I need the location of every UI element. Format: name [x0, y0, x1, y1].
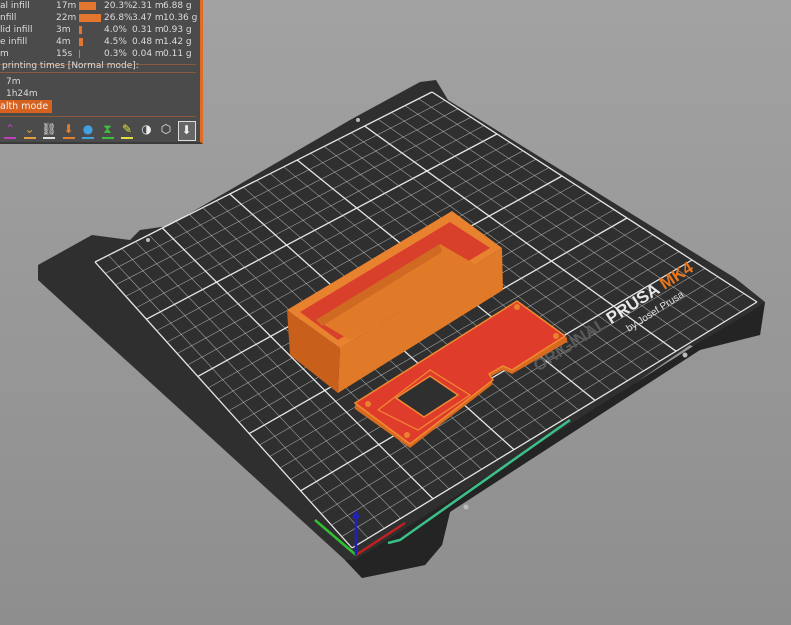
feature-label: m [0, 49, 9, 59]
feature-bar [79, 14, 101, 22]
feature-percent: 20.3% [104, 1, 133, 11]
feature-time: 22m [56, 13, 77, 23]
feature-length: 0.31 m [132, 25, 164, 35]
tool-marker-icon[interactable]: ⬇ [177, 121, 196, 141]
time-total: 1h24m [6, 89, 38, 99]
feature-percent: 4.5% [104, 37, 127, 47]
center-of-gravity-icon[interactable]: ◑ [139, 121, 155, 139]
printing-times-heading: printing times [Normal mode]: [2, 61, 139, 71]
stealth-mode-button[interactable]: alth mode [0, 100, 53, 113]
retractions-icon[interactable]: ⬇ [61, 121, 77, 139]
feature-time: 3m [56, 25, 71, 35]
seam-icon[interactable]: ⛓ [41, 121, 57, 139]
feature-length: 2.31 m [132, 1, 164, 11]
feature-percent: 4.0% [104, 25, 127, 35]
bed-screw-hole [146, 238, 150, 242]
feature-bar [79, 2, 96, 10]
feature-length: 0.48 m [132, 37, 164, 47]
feature-length: 0.04 m [132, 49, 164, 59]
feature-time: 15s [56, 49, 73, 59]
feature-length: 3.47 m [132, 13, 164, 23]
layers-up-icon[interactable]: ⌃ [2, 121, 18, 139]
feature-label: nfill [0, 13, 17, 23]
feature-weight: 0.11 g [163, 49, 192, 59]
feature-weight: 6.88 g [163, 1, 192, 11]
bed-screw-hole [463, 504, 469, 510]
color-change-icon[interactable]: ● [80, 121, 96, 139]
shells-icon[interactable]: ⬡ [158, 121, 174, 139]
pause-icon[interactable]: ⧗ [100, 121, 116, 139]
feature-weight: 0.93 g [163, 25, 192, 35]
bed-screw-hole [356, 118, 360, 122]
feature-label: lid infill [0, 25, 33, 35]
feature-weight: 10.36 g [163, 13, 198, 23]
feature-percent: 26.8% [104, 13, 133, 23]
layers-down-icon[interactable]: ⌄ [22, 121, 38, 139]
time-first-layer: 7m [6, 77, 21, 87]
bed-screw-hole [682, 352, 688, 358]
feature-label: al infill [0, 1, 30, 11]
feature-bar [79, 50, 80, 58]
feature-time: 17m [56, 1, 77, 11]
feature-percent: 0.3% [104, 49, 127, 59]
feature-weight: 1.42 g [163, 37, 192, 47]
feature-time: 4m [56, 37, 71, 47]
feature-label: e infill [0, 37, 28, 47]
gcode-legend-panel: al infill 17m 20.3% 2.31 m 6.88 g nfill 22m 26.… [0, 0, 203, 144]
feature-bar [79, 26, 83, 34]
feature-bar [79, 38, 83, 46]
custom-gcode-icon[interactable]: ✎ [119, 121, 135, 139]
